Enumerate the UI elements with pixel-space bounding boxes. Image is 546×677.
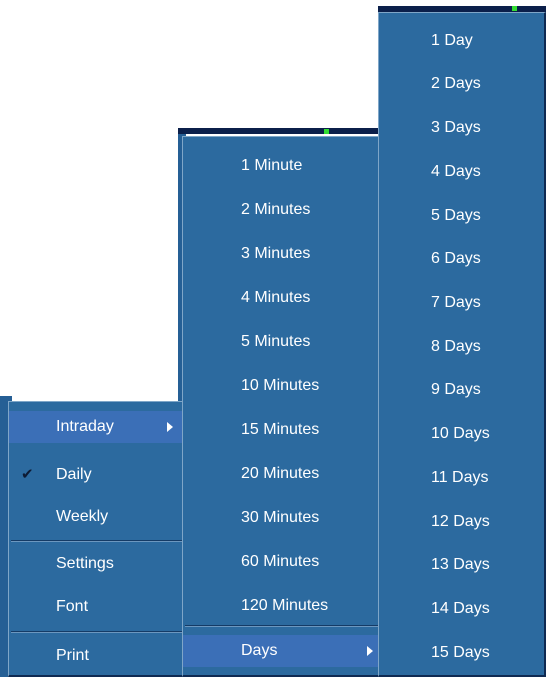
menu-item-11-days[interactable]: 11 Days — [379, 462, 544, 494]
menu-item-label: 1 Minute — [241, 157, 303, 174]
menu-item-30-minutes[interactable]: 30 Minutes — [183, 502, 380, 534]
menu-separator — [185, 625, 378, 627]
menu-item-label: 8 Days — [431, 338, 481, 355]
menu-separator — [11, 631, 182, 633]
menu-item-1-day[interactable]: 1 Day — [379, 25, 544, 57]
menu-item-5-days[interactable]: 5 Days — [379, 200, 544, 232]
menu-item-intraday[interactable]: Intraday — [9, 411, 184, 443]
status-indicator-icon — [324, 129, 329, 134]
menu-item-label: 4 Days — [431, 163, 481, 180]
menu-item-weekly[interactable]: Weekly — [9, 501, 184, 533]
menu-item-3-minutes[interactable]: 3 Minutes — [183, 238, 380, 270]
menu-item-10-days[interactable]: 10 Days — [379, 418, 544, 450]
menu-item-label: Settings — [56, 555, 114, 572]
menu-item-label: 3 Days — [431, 119, 481, 136]
menu-item-days[interactable]: Days — [183, 635, 380, 667]
menu-item-7-days[interactable]: 7 Days — [379, 287, 544, 319]
menu-item-print[interactable]: Print — [9, 640, 184, 672]
menu-item-label: 3 Minutes — [241, 245, 311, 262]
menu-item-20-minutes[interactable]: 20 Minutes — [183, 458, 380, 490]
background-window-edge — [178, 128, 380, 134]
menu-item-label: Intraday — [56, 418, 114, 435]
menu-item-label: 4 Minutes — [241, 289, 311, 306]
menu-item-label: 60 Minutes — [241, 553, 320, 570]
menu-item-label: 2 Minutes — [241, 201, 311, 218]
submenu-arrow-icon — [367, 646, 373, 656]
menu-item-label: 10 Minutes — [241, 377, 320, 394]
menu-item-12-days[interactable]: 12 Days — [379, 506, 544, 538]
menu-item-2-days[interactable]: 2 Days — [379, 68, 544, 100]
menu-item-4-days[interactable]: 4 Days — [379, 156, 544, 188]
menu-item-9-days[interactable]: 9 Days — [379, 374, 544, 406]
menu-item-120-minutes[interactable]: 120 Minutes — [183, 590, 380, 622]
menu-item-label: 15 Minutes — [241, 421, 320, 438]
menu-item-settings[interactable]: Settings — [9, 548, 184, 580]
intraday-submenu: 1 Minute 2 Minutes 3 Minutes 4 Minutes 5… — [182, 136, 382, 677]
menu-item-14-days[interactable]: 14 Days — [379, 593, 544, 625]
menu-item-10-minutes[interactable]: 10 Minutes — [183, 370, 380, 402]
menu-item-label: 30 Minutes — [241, 509, 320, 526]
menu-item-label: 15 Days — [431, 644, 490, 661]
menu-item-label: 14 Days — [431, 600, 490, 617]
menu-item-label: Print — [56, 647, 89, 664]
menu-item-1-minute[interactable]: 1 Minute — [183, 150, 380, 182]
menu-item-label: 9 Days — [431, 381, 481, 398]
menu-separator — [11, 540, 182, 542]
menu-item-label: 6 Days — [431, 250, 481, 267]
menu-item-label: Daily — [56, 466, 92, 483]
menu-item-label: 2 Days — [431, 75, 481, 92]
main-context-menu: Intraday ✔ Daily Weekly Settings Font Pr… — [8, 401, 186, 677]
menu-item-label: 5 Minutes — [241, 333, 311, 350]
menu-item-6-days[interactable]: 6 Days — [379, 243, 544, 275]
menu-item-label: 13 Days — [431, 556, 490, 573]
menu-item-label: 5 Days — [431, 207, 481, 224]
menu-item-3-days[interactable]: 3 Days — [379, 112, 544, 144]
menu-item-label: 7 Days — [431, 294, 481, 311]
checkmark-icon: ✔ — [21, 466, 34, 483]
menu-item-4-minutes[interactable]: 4 Minutes — [183, 282, 380, 314]
menu-item-2-minutes[interactable]: 2 Minutes — [183, 194, 380, 226]
menu-item-label: 10 Days — [431, 425, 490, 442]
menu-item-60-minutes[interactable]: 60 Minutes — [183, 546, 380, 578]
status-indicator-icon — [512, 6, 517, 11]
menu-item-label: 1 Day — [431, 32, 473, 49]
menu-item-label: 20 Minutes — [241, 465, 320, 482]
menu-item-daily[interactable]: ✔ Daily — [9, 459, 184, 491]
menu-item-8-days[interactable]: 8 Days — [379, 331, 544, 363]
menu-item-label: 120 Minutes — [241, 597, 329, 614]
menu-item-label: Weekly — [56, 508, 109, 525]
menu-item-font[interactable]: Font — [9, 591, 184, 623]
days-submenu: 1 Day 2 Days 3 Days 4 Days 5 Days 6 Days… — [378, 12, 546, 677]
menu-item-5-minutes[interactable]: 5 Minutes — [183, 326, 380, 358]
menu-item-15-days[interactable]: 15 Days — [379, 637, 544, 669]
submenu-arrow-icon — [167, 422, 173, 432]
menu-item-13-days[interactable]: 13 Days — [379, 549, 544, 581]
menu-item-label: 11 Days — [431, 469, 489, 486]
menu-item-15-minutes[interactable]: 15 Minutes — [183, 414, 380, 446]
menu-item-label: Font — [56, 598, 89, 615]
menu-item-label: 12 Days — [431, 513, 490, 530]
menu-item-label: Days — [241, 642, 278, 659]
